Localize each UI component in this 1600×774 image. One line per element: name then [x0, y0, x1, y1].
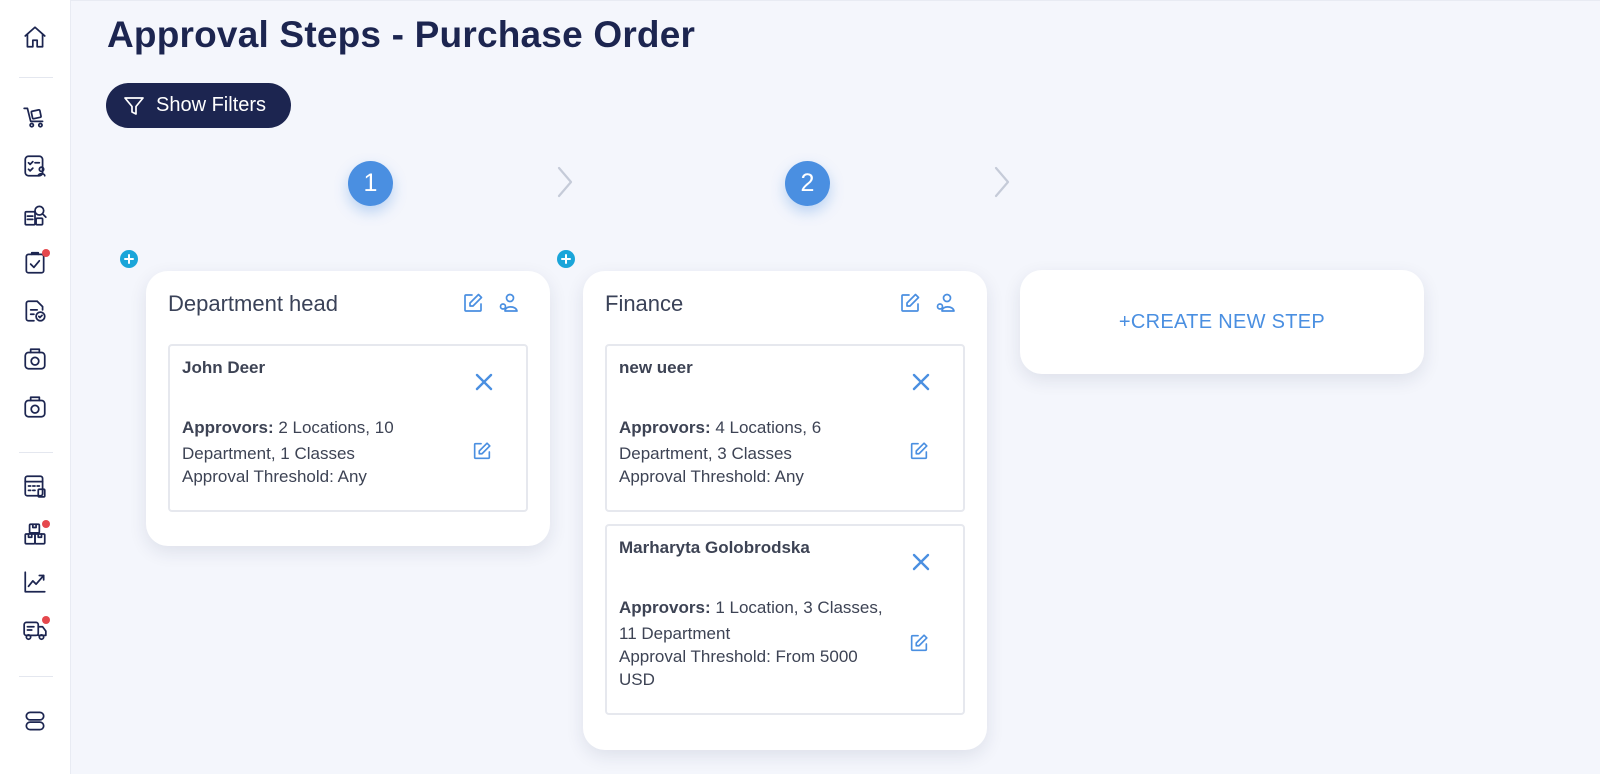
chevron-right-icon	[990, 164, 1014, 200]
approver-scope: Approvors: 1 Location, 3 Classes,	[619, 598, 883, 618]
edit-step-icon[interactable]	[898, 291, 922, 315]
page-title: Approval Steps - Purchase Order	[107, 14, 696, 55]
checklist-user-icon[interactable]	[22, 153, 48, 179]
truck-icon[interactable]	[22, 616, 50, 643]
approvers-label: Approvors:	[182, 418, 274, 437]
step-title: Department head	[168, 291, 338, 316]
assign-users-icon[interactable]	[934, 291, 958, 315]
chevron-right-icon	[553, 164, 577, 200]
notification-badge	[42, 520, 50, 528]
camera-box-icon[interactable]	[22, 346, 48, 372]
sidebar-divider	[19, 452, 53, 453]
cart-icon[interactable]	[22, 104, 48, 130]
step-number-2: 2	[785, 161, 830, 206]
approver-scope: Approvors: 2 Locations, 10	[182, 418, 394, 438]
camera-box-icon[interactable]	[22, 394, 48, 420]
assign-users-icon[interactable]	[497, 291, 521, 315]
approvers-label: Approvors:	[619, 598, 711, 617]
approval-threshold: Approval Threshold: Any	[619, 467, 804, 486]
top-border	[71, 0, 1600, 1]
approver-scope: Approvors: 4 Locations, 6	[619, 418, 821, 438]
clipboard-check-icon[interactable]	[22, 249, 50, 276]
search-docs-icon[interactable]	[22, 202, 48, 228]
approver-card: new ueer Approvors: 4 Locations, 6 Depar…	[605, 344, 965, 512]
approvers-label: Approvors:	[619, 418, 711, 437]
document-check-icon[interactable]	[22, 298, 48, 324]
filter-icon	[124, 96, 144, 115]
remove-approver-icon[interactable]	[472, 370, 496, 394]
step-number-1: 1	[348, 161, 393, 206]
chart-line-icon[interactable]	[22, 569, 48, 595]
approval-threshold: Approval Threshold: Any	[182, 467, 367, 486]
show-filters-label: Show Filters	[156, 94, 267, 116]
step-card-finance: Finance new ueer Approvors: 4 Locations,…	[583, 271, 987, 750]
sidebar-divider	[19, 77, 53, 78]
edit-approver-icon[interactable]	[908, 632, 930, 654]
approvers-value: 2 Locations, 10	[273, 418, 394, 437]
edit-approver-icon[interactable]	[908, 440, 930, 462]
calculator-icon[interactable]	[22, 473, 48, 499]
notification-badge	[42, 616, 50, 624]
step-title: Finance	[605, 291, 684, 316]
approver-name: new ueer	[619, 358, 693, 377]
create-new-step-button[interactable]: +CREATE NEW STEP	[1020, 270, 1424, 374]
add-step-plus-icon[interactable]	[120, 250, 138, 268]
add-step-plus-icon[interactable]	[557, 250, 575, 268]
home-icon[interactable]	[22, 24, 48, 50]
approvers-value: 1 Location, 3 Classes,	[710, 598, 883, 617]
approver-scope-cont: 11 Department	[619, 624, 731, 643]
approver-card: John Deer Approvors: 2 Locations, 10 Dep…	[168, 344, 528, 512]
edit-step-icon[interactable]	[461, 291, 485, 315]
remove-approver-icon[interactable]	[909, 550, 933, 574]
approval-threshold-cont: USD	[619, 670, 655, 689]
approver-name: Marharyta Golobrodska	[619, 538, 810, 557]
approver-scope-cont: Department, 3 Classes	[619, 444, 792, 463]
remove-approver-icon[interactable]	[909, 370, 933, 394]
approval-threshold: Approval Threshold: From 5000	[619, 647, 858, 666]
edit-approver-icon[interactable]	[471, 440, 493, 462]
server-toggle-icon[interactable]	[22, 708, 48, 734]
sidebar	[0, 0, 71, 774]
approver-card: Marharyta Golobrodska Approvors: 1 Locat…	[605, 524, 965, 715]
approver-name: John Deer	[182, 358, 266, 377]
approvers-value: 4 Locations, 6	[710, 418, 822, 437]
approver-scope-cont: Department, 1 Classes	[182, 444, 355, 463]
show-filters-button[interactable]: Show Filters	[106, 83, 291, 128]
notification-badge	[42, 249, 50, 257]
boxes-icon[interactable]	[22, 520, 50, 547]
sidebar-divider	[19, 676, 53, 677]
step-card-department-head: Department head John Deer Approvors: 2 L…	[146, 271, 550, 546]
